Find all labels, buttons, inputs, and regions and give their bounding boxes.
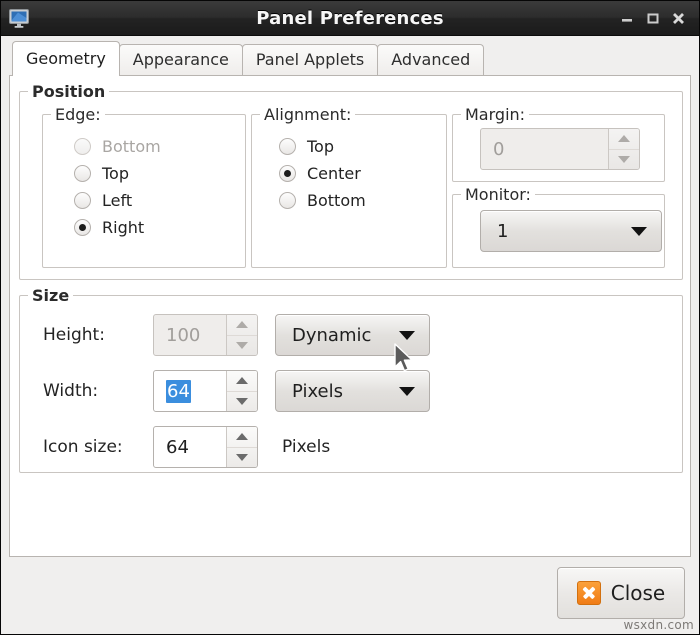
chevron-down-icon: [631, 227, 647, 236]
minimize-button[interactable]: [619, 11, 634, 26]
close-button[interactable]: Close: [557, 567, 685, 619]
radio-circle-icon: [74, 192, 91, 209]
position-group-title: Position: [28, 83, 109, 100]
title-bar: Panel Preferences: [1, 1, 699, 36]
monitor-dropdown[interactable]: 1: [480, 210, 662, 252]
triangle-down-icon: [236, 398, 248, 405]
radio-edge-top-label: Top: [102, 164, 129, 183]
preferences-notebook: Geometry Appearance Panel Applets Advanc…: [9, 42, 691, 557]
size-group: Size Height: 100 Dynamic: [19, 287, 683, 473]
height-spin-up-button[interactable]: [227, 315, 257, 335]
icon-size-spin-up-button[interactable]: [227, 427, 257, 447]
tab-panel-applets[interactable]: Panel Applets: [242, 44, 378, 75]
margin-group: Margin: 0: [452, 106, 665, 182]
radio-circle-icon: [279, 138, 296, 155]
triangle-up-icon: [236, 377, 248, 384]
close-button-label: Close: [611, 581, 665, 605]
width-spin-down-button[interactable]: [227, 391, 257, 412]
triangle-up-icon: [618, 135, 630, 142]
radio-circle-icon: [279, 192, 296, 209]
tab-appearance-label: Appearance: [133, 50, 229, 69]
width-spin-buttons: [226, 371, 257, 411]
margin-spin-up-button[interactable]: [609, 129, 639, 149]
radio-edge-left[interactable]: Left: [74, 187, 161, 214]
geometry-tab-page: Position Edge: Bottom Top: [9, 76, 691, 557]
radio-edge-right-label: Right: [102, 218, 144, 237]
monitor-icon: [8, 7, 30, 29]
edge-group: Edge: Bottom Top Left: [42, 106, 246, 268]
triangle-down-icon: [618, 156, 630, 163]
size-group-title: Size: [28, 287, 73, 304]
radio-circle-selected-icon: [74, 219, 91, 236]
radio-edge-right[interactable]: Right: [74, 214, 161, 241]
tab-appearance[interactable]: Appearance: [119, 44, 243, 75]
margin-spinbox[interactable]: 0: [480, 128, 640, 170]
maximize-button[interactable]: [645, 11, 660, 26]
radio-edge-bottom[interactable]: Bottom: [74, 133, 161, 160]
window-controls: [619, 11, 693, 26]
width-value: 64: [166, 380, 191, 403]
radio-alignment-top[interactable]: Top: [279, 133, 366, 160]
radio-edge-left-label: Left: [102, 191, 132, 210]
radio-edge-bottom-label: Bottom: [102, 137, 161, 156]
chevron-down-icon: [399, 331, 415, 340]
radio-alignment-bottom-label: Bottom: [307, 191, 366, 210]
width-mode-value: Pixels: [292, 381, 387, 402]
triangle-up-icon: [236, 433, 248, 440]
edge-group-title: Edge:: [51, 106, 105, 123]
icon-size-spinbox[interactable]: 64: [153, 426, 258, 468]
alignment-group-title: Alignment:: [260, 106, 355, 123]
radio-alignment-bottom[interactable]: Bottom: [279, 187, 366, 214]
close-x-icon: [577, 581, 601, 605]
dialog-action-bar: Close: [1, 557, 699, 634]
radio-circle-icon: [74, 138, 91, 155]
height-label: Height:: [43, 325, 153, 345]
triangle-down-icon: [236, 342, 248, 349]
radio-circle-icon: [74, 165, 91, 182]
position-group: Position Edge: Bottom Top: [19, 83, 683, 280]
icon-size-unit-label: Pixels: [282, 437, 330, 457]
margin-spin-down-button[interactable]: [609, 149, 639, 170]
panel-preferences-window: Panel Preferences Geometry Appearance: [0, 0, 700, 635]
radio-alignment-top-label: Top: [307, 137, 334, 156]
width-label: Width:: [43, 381, 153, 401]
radio-circle-selected-icon: [279, 165, 296, 182]
height-spin-buttons: [226, 315, 257, 355]
height-spin-down-button[interactable]: [227, 335, 257, 356]
margin-spin-buttons: [608, 129, 639, 169]
height-mode-value: Dynamic: [292, 325, 387, 346]
height-mode-dropdown[interactable]: Dynamic: [275, 314, 430, 356]
radio-edge-top[interactable]: Top: [74, 160, 161, 187]
tab-panel-applets-label: Panel Applets: [256, 50, 364, 69]
chevron-down-icon: [399, 387, 415, 396]
watermark: wsxdn.com: [623, 618, 694, 632]
margin-value: 0: [481, 129, 608, 169]
monitor-dropdown-value: 1: [497, 221, 619, 242]
icon-size-value: 64: [154, 427, 226, 467]
width-mode-dropdown[interactable]: Pixels: [275, 370, 430, 412]
monitor-group-title: Monitor:: [461, 186, 535, 203]
close-window-button[interactable]: [671, 11, 686, 26]
monitor-group: Monitor: 1: [452, 186, 665, 268]
radio-alignment-center-label: Center: [307, 164, 361, 183]
width-spin-up-button[interactable]: [227, 371, 257, 391]
icon-size-spin-down-button[interactable]: [227, 447, 257, 468]
tab-geometry[interactable]: Geometry: [12, 41, 120, 76]
alignment-group: Alignment: Top Center Bottom: [251, 106, 447, 268]
height-value: 100: [154, 315, 226, 355]
icon-size-spin-buttons: [226, 427, 257, 467]
radio-alignment-center[interactable]: Center: [279, 160, 366, 187]
icon-size-label: Icon size:: [43, 437, 153, 457]
triangle-down-icon: [236, 454, 248, 461]
width-value-wrapper: 64: [154, 371, 226, 411]
tab-advanced-label: Advanced: [391, 50, 470, 69]
height-spinbox[interactable]: 100: [153, 314, 258, 356]
margin-group-title: Margin:: [461, 106, 529, 123]
tab-advanced[interactable]: Advanced: [377, 44, 484, 75]
tab-bar: Geometry Appearance Panel Applets Advanc…: [9, 42, 691, 76]
width-spinbox[interactable]: 64: [153, 370, 258, 412]
triangle-up-icon: [236, 321, 248, 328]
tab-geometry-label: Geometry: [26, 49, 106, 68]
window-title: Panel Preferences: [1, 8, 699, 29]
